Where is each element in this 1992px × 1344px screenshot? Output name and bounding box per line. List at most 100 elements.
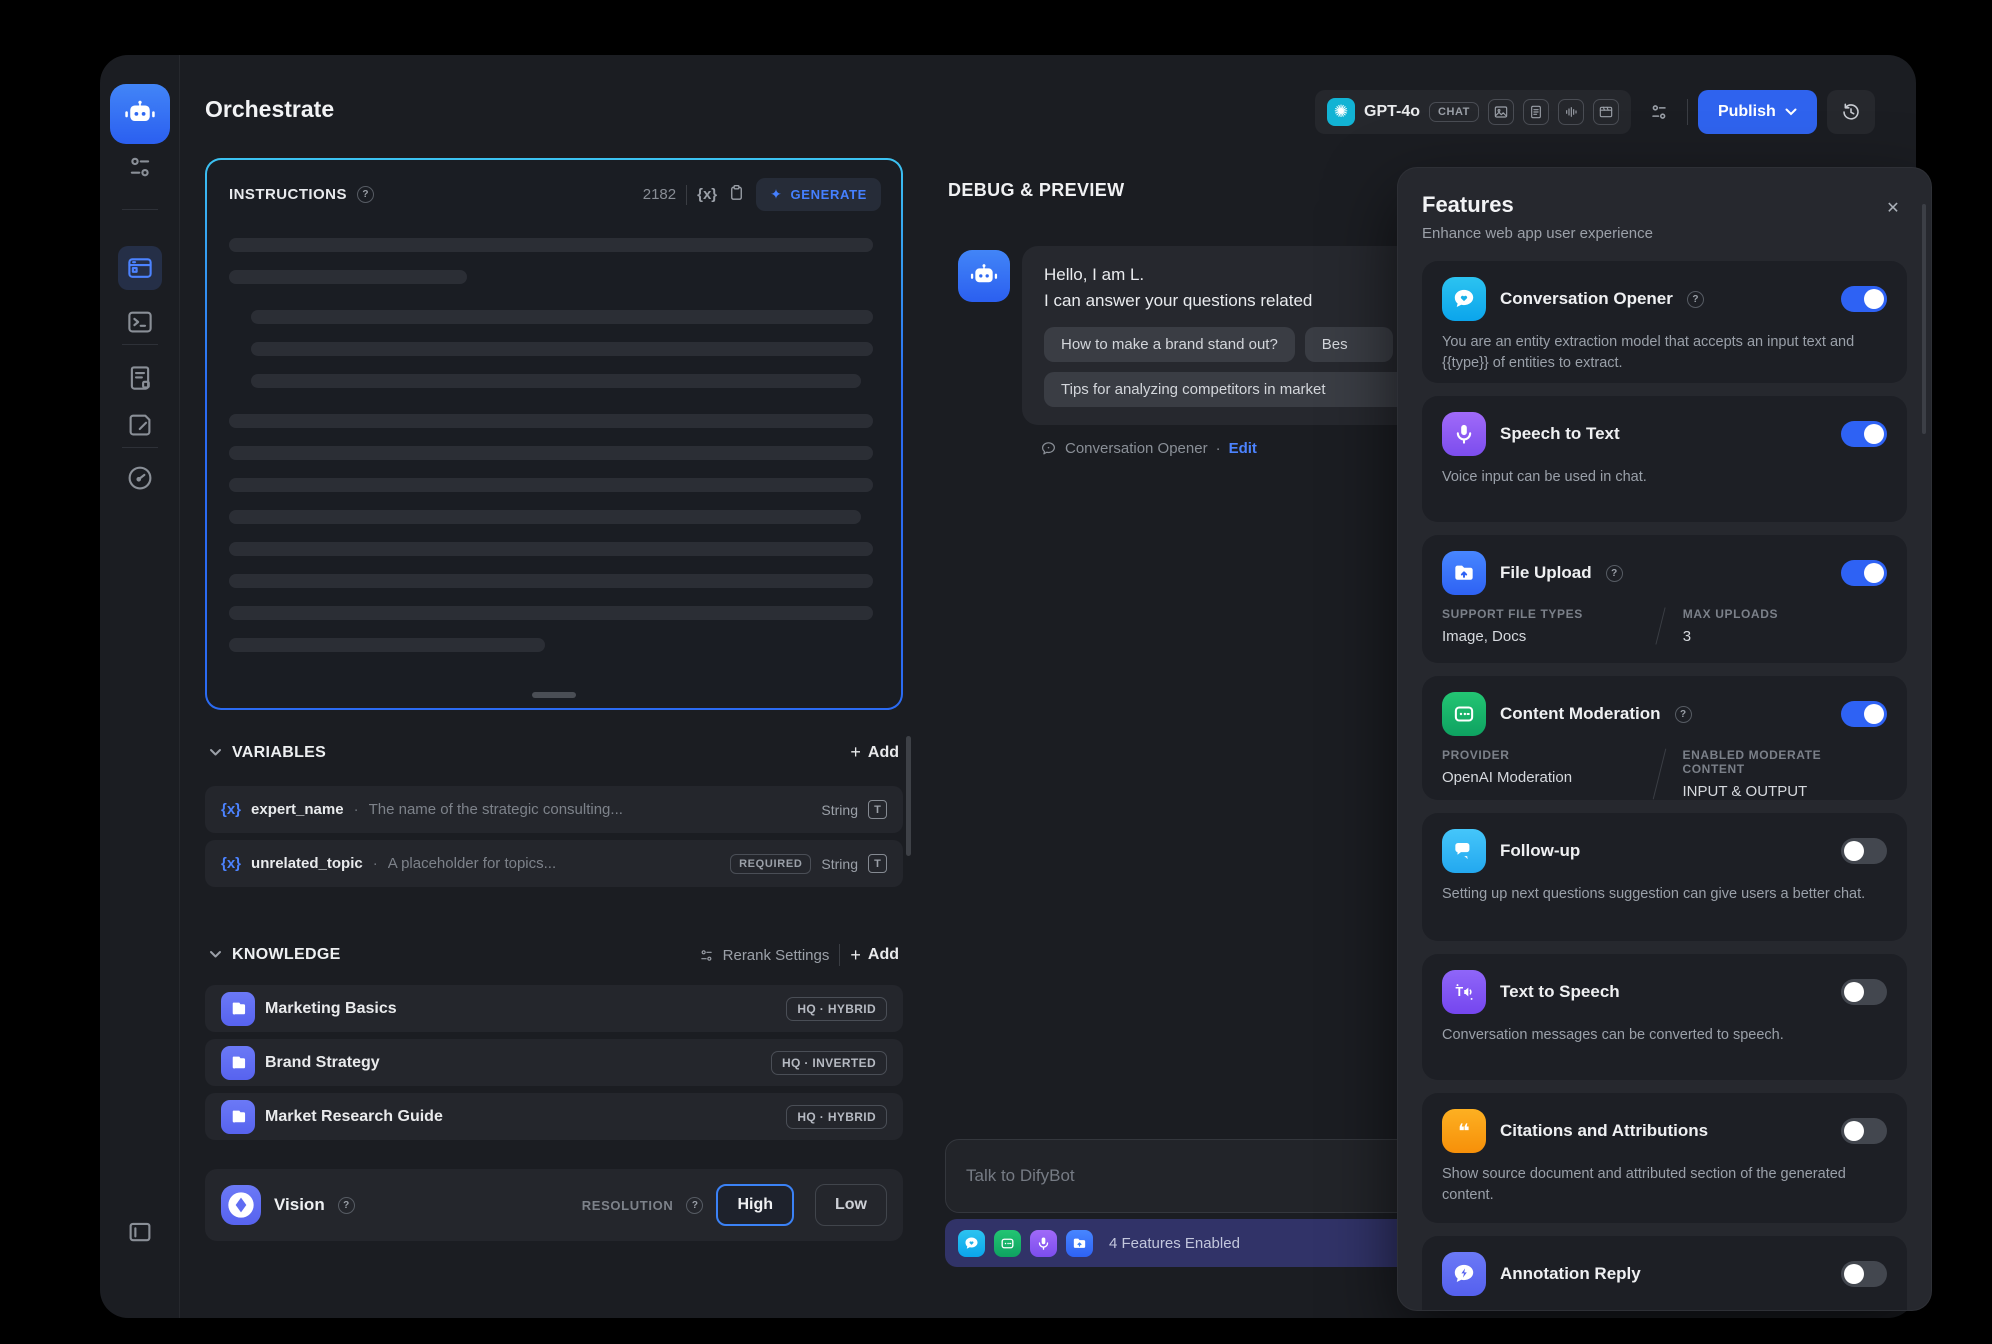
chevron-down-icon[interactable] <box>209 946 222 964</box>
publish-button[interactable]: Publish <box>1698 90 1817 134</box>
variable-description: The name of the strategic consulting... <box>369 801 812 818</box>
help-icon[interactable]: ? <box>338 1197 355 1214</box>
variable-name: expert_name <box>251 801 344 818</box>
collapse-panel-icon <box>125 1217 155 1247</box>
instructions-panel[interactable]: INSTRUCTIONS ? 2182 {x} ✦ GENERATE <box>205 158 903 710</box>
edit-opener-link[interactable]: Edit <box>1229 440 1257 457</box>
chat-input[interactable] <box>945 1139 1423 1213</box>
feature-field: MAX UPLOADS 3 <box>1683 607 1778 645</box>
sidebar-item-monitoring[interactable] <box>118 456 162 500</box>
field-divider <box>1655 607 1665 644</box>
vision-icon <box>221 1185 261 1225</box>
resolution-low-button[interactable]: Low <box>815 1184 887 1226</box>
terminal-icon <box>125 307 155 337</box>
required-badge: REQUIRED <box>730 854 811 874</box>
debug-preview-title: DEBUG & PREVIEW <box>948 180 1124 201</box>
sidebar-item-terminal[interactable] <box>118 300 162 344</box>
conversation-opener-toggle[interactable] <box>1841 286 1887 312</box>
sidebar-item-model-settings[interactable] <box>118 145 162 189</box>
content-moderation-toggle[interactable] <box>1841 701 1887 727</box>
separator-dot: · <box>373 855 378 872</box>
knowledge-row[interactable]: Marketing Basics HQ · HYBRID <box>205 985 903 1032</box>
add-variable-button[interactable]: +Add <box>850 742 899 763</box>
conversation-opener-row: Conversation Opener · Edit <box>1040 440 1257 457</box>
chevron-down-icon <box>1785 108 1797 116</box>
svg-text:T: T <box>1456 985 1464 999</box>
rerank-settings-button[interactable]: Rerank Settings <box>698 947 830 964</box>
add-knowledge-button[interactable]: +Add <box>850 945 899 966</box>
knowledge-row[interactable]: Market Research Guide HQ · HYBRID <box>205 1093 903 1140</box>
knowledge-row[interactable]: Brand Strategy HQ · INVERTED <box>205 1039 903 1086</box>
help-icon[interactable]: ? <box>1675 706 1692 723</box>
feature-name: Text to Speech <box>1500 982 1620 1002</box>
chevron-down-icon[interactable] <box>209 744 222 762</box>
resize-handle[interactable] <box>532 692 576 698</box>
skeleton-line <box>229 238 873 252</box>
scrollbar-thumb[interactable] <box>906 736 911 856</box>
generate-button[interactable]: ✦ GENERATE <box>756 178 881 211</box>
help-icon[interactable]: ? <box>1687 291 1704 308</box>
feature-field: PROVIDER OpenAI Moderation <box>1442 748 1637 800</box>
sparkle-icon: ✦ <box>770 186 782 203</box>
help-icon[interactable]: ? <box>686 1197 703 1214</box>
knowledge-doc-icon <box>221 1046 255 1080</box>
variable-row[interactable]: {x} expert_name · The name of the strate… <box>205 786 903 833</box>
openai-logo-icon: ✺ <box>1327 98 1355 126</box>
content-moderation-mini-icon <box>994 1230 1021 1257</box>
close-icon[interactable]: ✕ <box>1879 194 1907 222</box>
features-enabled-bar[interactable]: 4 Features Enabled <box>945 1219 1423 1267</box>
version-history-button[interactable] <box>1827 90 1875 134</box>
opener-label: Conversation Opener <box>1065 440 1208 457</box>
annotation-reply-toggle[interactable] <box>1841 1261 1887 1287</box>
separator-dot: · <box>1216 440 1221 457</box>
feature-card-annotation-reply: Annotation Reply <box>1422 1236 1907 1311</box>
knowledge-name: Market Research Guide <box>265 1108 443 1126</box>
suggestion-chip[interactable]: How to make a brand stand out? <box>1044 327 1295 362</box>
conversation-opener-icon <box>1040 440 1057 457</box>
speech-to-text-mini-icon <box>1030 1230 1057 1257</box>
variable-icon: {x} <box>221 855 241 872</box>
knowledge-badge: HQ · HYBRID <box>786 997 887 1021</box>
variables-title: VARIABLES <box>232 744 326 762</box>
sidebar-item-logs[interactable] <box>118 356 162 400</box>
field-divider <box>1653 749 1667 800</box>
document-log-icon <box>125 363 155 393</box>
vision-label: Vision <box>274 1195 325 1215</box>
sidebar-item-orchestrate[interactable] <box>118 246 162 290</box>
text-to-speech-toggle[interactable] <box>1841 979 1887 1005</box>
feature-card-citations: ❝ Citations and Attributions Show source… <box>1422 1093 1907 1223</box>
variable-row[interactable]: {x} unrelated_topic · A placeholder for … <box>205 840 903 887</box>
feature-name: Speech to Text <box>1500 424 1620 444</box>
app-screen: Orchestrate ✺ GPT-4o CHAT Publish INSTRU… <box>0 0 1992 1344</box>
video-capability-icon <box>1593 99 1619 125</box>
sidebar-item-annotations[interactable] <box>118 403 162 447</box>
suggestion-chip[interactable]: Tips for analyzing competitors in market <box>1044 372 1416 407</box>
citations-toggle[interactable] <box>1841 1118 1887 1144</box>
model-config-button[interactable] <box>1641 94 1677 130</box>
instructions-editor[interactable]: INSTRUCTIONS ? 2182 {x} ✦ GENERATE <box>207 160 901 708</box>
skeleton-line <box>251 310 873 324</box>
feature-description: Show source document and attributed sect… <box>1442 1164 1887 1207</box>
copy-button[interactable] <box>727 183 746 207</box>
suggestion-chip[interactable]: Bes <box>1305 327 1393 362</box>
feature-name: Content Moderation <box>1500 704 1661 724</box>
app-logo-robot-icon[interactable] <box>110 84 170 144</box>
follow-up-toggle[interactable] <box>1841 838 1887 864</box>
skeleton-line <box>229 446 873 460</box>
help-icon[interactable]: ? <box>357 186 374 203</box>
model-selector[interactable]: ✺ GPT-4o CHAT <box>1315 90 1631 134</box>
conversation-opener-mini-icon <box>958 1230 985 1257</box>
speech-to-text-toggle[interactable] <box>1841 421 1887 447</box>
sidebar-divider <box>122 209 158 210</box>
features-panel: Features ✕ Enhance web app user experien… <box>1397 167 1932 1311</box>
help-icon[interactable]: ? <box>1606 565 1623 582</box>
feature-cards: Conversation Opener ? You are an entity … <box>1422 261 1907 1311</box>
knowledge-badge: HQ · HYBRID <box>786 1105 887 1129</box>
resolution-high-button[interactable]: High <box>716 1184 794 1226</box>
skeleton-line <box>229 638 545 652</box>
collapse-sidebar-button[interactable] <box>118 1210 162 1254</box>
file-upload-toggle[interactable] <box>1841 560 1887 586</box>
insert-variable-button[interactable]: {x} <box>697 186 717 203</box>
robot-icon <box>968 260 1000 292</box>
panel-scrollbar-thumb[interactable] <box>1922 204 1926 434</box>
